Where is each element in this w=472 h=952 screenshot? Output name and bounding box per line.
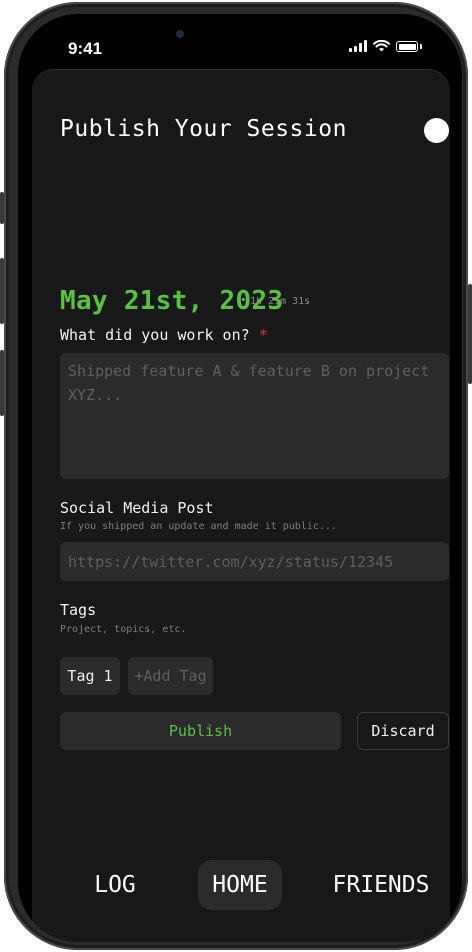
tags-label: Tags <box>60 601 97 619</box>
publish-session-sheet: Publish Your Session May 21st, 2023 1h 2… <box>32 70 450 942</box>
social-field-label: Social Media Post <box>60 499 214 517</box>
session-duration: 1h 21m 31s <box>250 296 311 307</box>
status-time: 9:41 <box>68 39 103 58</box>
publish-button[interactable]: Publish <box>60 712 341 750</box>
page-title: Publish Your Session <box>60 116 347 142</box>
dynamic-island <box>154 14 328 58</box>
work-field-label-text: What did you work on? <box>60 326 250 344</box>
cellular-signal-icon <box>349 40 367 52</box>
work-description-input[interactable] <box>60 353 449 479</box>
social-field-helper: If you shipped an update and made it pub… <box>60 521 337 532</box>
wifi-icon <box>373 40 390 52</box>
volume-down-button <box>0 350 4 416</box>
battery-cap <box>420 44 422 49</box>
status-bar: 9:41 <box>18 14 462 74</box>
tag-chip[interactable]: Tag 1 <box>60 657 120 695</box>
battery-icon <box>396 41 418 52</box>
power-button <box>468 284 472 384</box>
add-tag-button[interactable]: +Add Tag <box>128 657 213 695</box>
volume-up-button <box>0 258 4 324</box>
social-post-url-input[interactable] <box>60 542 449 581</box>
action-button <box>0 192 4 224</box>
screen: 9:41 Publish Your Session May 21st, 2023… <box>18 14 462 942</box>
work-field-label: What did you work on? * <box>60 326 268 344</box>
tags-helper: Project, topics, etc. <box>60 624 187 635</box>
status-icons <box>349 40 422 52</box>
nav-friends[interactable]: FRIENDS <box>332 860 430 910</box>
discard-button[interactable]: Discard <box>357 712 449 750</box>
required-marker: * <box>258 326 268 344</box>
nav-home[interactable]: HOME <box>198 860 282 910</box>
circle-toggle-icon[interactable] <box>424 118 449 143</box>
nav-log[interactable]: LOG <box>76 860 154 910</box>
phone-frame: 9:41 Publish Your Session May 21st, 2023… <box>0 2 472 950</box>
camera-icon <box>176 30 184 38</box>
